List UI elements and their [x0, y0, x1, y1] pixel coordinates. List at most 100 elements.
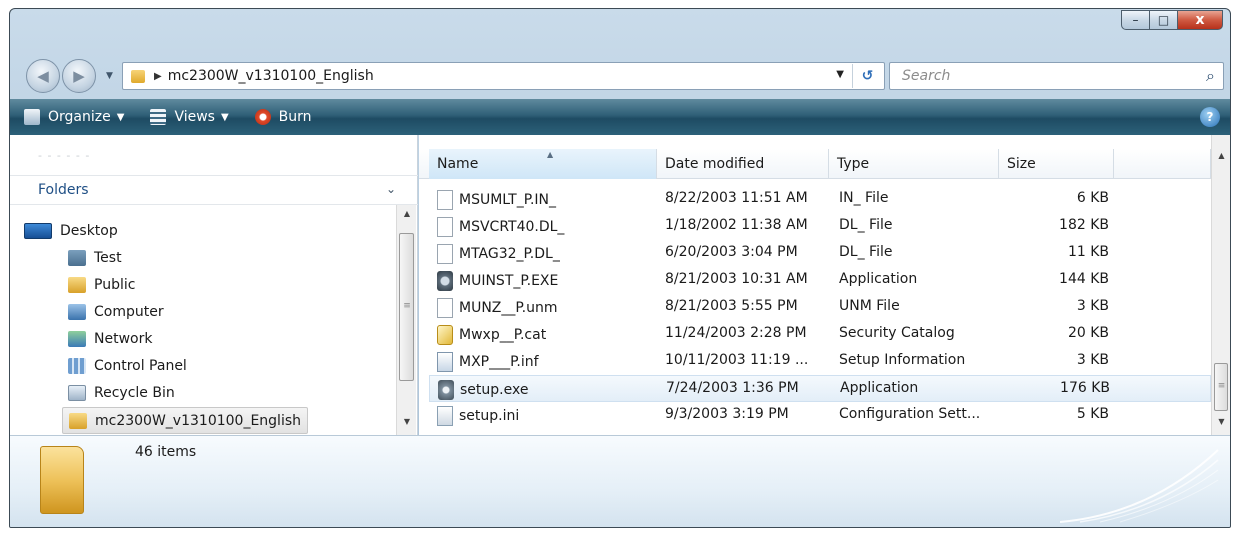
file-type: Application: [840, 380, 919, 396]
address-dropdown-icon[interactable]: ▼: [836, 69, 844, 80]
file-row[interactable]: setup.ini 9/3/2003 3:19 PM Configuration…: [429, 402, 1211, 429]
column-header-date-modified[interactable]: Date modified: [657, 149, 829, 179]
views-icon: [150, 109, 167, 125]
setup-information-icon: [437, 352, 453, 372]
recent-pages-dropdown[interactable]: ▼: [106, 71, 113, 81]
file-icon: [437, 190, 453, 210]
file-date: 6/20/2003 3:04 PM: [665, 244, 798, 260]
command-toolbar: Organize ▼ Views ▼ Burn ?: [10, 99, 1230, 135]
file-name: Mwxp__P.cat: [459, 327, 547, 343]
back-button[interactable]: ◀: [26, 59, 60, 93]
file-row[interactable]: MXP___P.inf 10/11/2003 11:19 ... Setup I…: [429, 348, 1211, 375]
folder-icon: [68, 276, 86, 293]
folders-label: Folders: [38, 182, 89, 198]
tree-item-desktop[interactable]: Desktop: [24, 217, 118, 244]
organize-button[interactable]: Organize ▼: [24, 109, 124, 125]
file-row[interactable]: MSVCRT40.DL_ 1/18/2002 11:38 AM DL_ File…: [429, 213, 1211, 240]
file-row[interactable]: MSUMLT_P.IN_ 8/22/2003 11:51 AM IN_ File…: [429, 186, 1211, 213]
views-label: Views: [174, 109, 215, 125]
details-pane: 46 items: [10, 435, 1230, 527]
search-input[interactable]: Search ⌕: [889, 62, 1224, 90]
scroll-up-icon[interactable]: ▲: [1212, 151, 1230, 160]
file-name: setup.exe: [460, 382, 529, 398]
navigation-pane: - - - - - - Folders ⌄ Desktop Test Publi…: [10, 135, 418, 435]
tree-item-test[interactable]: Test: [68, 244, 122, 271]
file-type: DL_ File: [839, 244, 893, 260]
maximize-icon: □: [1157, 13, 1170, 27]
column-header-empty: [1114, 149, 1211, 179]
scrollbar-grip-icon: ≡: [403, 301, 411, 311]
help-icon[interactable]: ?: [1200, 107, 1220, 127]
column-header-type[interactable]: Type: [829, 149, 999, 179]
setup-exe-icon: [438, 380, 454, 400]
file-list: Name ▲ Date modified Type Size MSUMLT_P.…: [419, 135, 1230, 435]
file-type: Configuration Sett...: [839, 406, 981, 422]
file-row[interactable]: MUNZ__P.unm 8/21/2003 5:55 PM UNM File 3…: [429, 294, 1211, 321]
column-header-row: Name ▲ Date modified Type Size: [419, 149, 1211, 179]
maximize-button[interactable]: □: [1149, 10, 1177, 30]
burn-label: Burn: [278, 109, 312, 125]
file-icon: [437, 217, 453, 237]
file-name: setup.ini: [459, 408, 520, 424]
navigation-pane-scrollbar[interactable]: ▲ ≡ ▼: [396, 205, 416, 435]
scroll-up-icon[interactable]: ▲: [397, 209, 417, 218]
file-row-hovered[interactable]: setup.exe 7/24/2003 1:36 PM Application …: [429, 375, 1211, 402]
folder-icon: [69, 412, 87, 429]
file-list-scrollbar[interactable]: ▲ ≡ ▼: [1211, 135, 1230, 435]
column-name-label: Name: [437, 156, 479, 172]
close-button[interactable]: x: [1177, 10, 1223, 30]
file-size: 3 KB: [1076, 298, 1109, 314]
file-type: Setup Information: [839, 352, 966, 368]
scroll-down-icon[interactable]: ▼: [1212, 417, 1230, 426]
folder-icon: [40, 446, 84, 514]
file-name: MUNZ__P.unm: [459, 300, 558, 316]
file-type: UNM File: [839, 298, 900, 314]
file-size: 176 KB: [1060, 380, 1110, 396]
file-date: 8/21/2003 5:55 PM: [665, 298, 798, 314]
file-size: 6 KB: [1076, 190, 1109, 206]
views-button[interactable]: Views ▼: [150, 109, 229, 125]
tree-item-label: Public: [94, 276, 136, 293]
file-type: DL_ File: [839, 217, 893, 233]
tree-item-public[interactable]: Public: [68, 271, 135, 298]
explorer-window: – □ x ◀ ▶ ▼ ▶ mc2300W_v1310100_English ▼…: [9, 8, 1231, 528]
file-row[interactable]: MTAG32_P.DL_ 6/20/2003 3:04 PM DL_ File …: [429, 240, 1211, 267]
file-name: MXP___P.inf: [459, 354, 539, 370]
file-date: 1/18/2002 11:38 AM: [665, 217, 808, 233]
forward-button[interactable]: ▶: [62, 59, 96, 93]
search-icon[interactable]: ⌕: [1206, 66, 1215, 86]
collapse-chevron-icon[interactable]: ⌄: [386, 182, 396, 196]
file-date: 11/24/2003 2:28 PM: [665, 325, 807, 341]
breadcrumb-separator-icon[interactable]: ▶: [154, 71, 162, 82]
organize-icon: [24, 109, 40, 125]
file-row[interactable]: Mwxp__P.cat 11/24/2003 2:28 PM Security …: [429, 321, 1211, 348]
decorative-swoosh: [1060, 449, 1219, 523]
tree-item-label: Desktop: [60, 222, 118, 239]
control-panel-icon: [68, 357, 86, 374]
forward-arrow-icon: ▶: [73, 67, 85, 85]
minimize-icon: –: [1132, 13, 1139, 27]
file-size: 5 KB: [1076, 406, 1109, 422]
refresh-icon[interactable]: ↺: [852, 64, 882, 88]
tree-item-network[interactable]: Network: [68, 325, 152, 352]
breadcrumb-current-folder[interactable]: mc2300W_v1310100_English: [168, 68, 374, 84]
computer-icon: [68, 303, 86, 320]
tree-item-computer[interactable]: Computer: [68, 298, 164, 325]
minimize-button[interactable]: –: [1121, 10, 1149, 30]
file-date: 10/11/2003 11:19 ...: [665, 352, 809, 368]
folders-header[interactable]: Folders ⌄: [10, 175, 418, 205]
tree-item-mc2300w-folder[interactable]: mc2300W_v1310100_English: [62, 407, 308, 434]
address-bar[interactable]: ▶ mc2300W_v1310100_English ▼ ↺: [122, 62, 885, 90]
application-icon: [437, 271, 453, 291]
tree-item-recycle-bin[interactable]: Recycle Bin: [68, 379, 175, 406]
file-row[interactable]: MUINST_P.EXE 8/21/2003 10:31 AM Applicat…: [429, 267, 1211, 294]
column-header-name[interactable]: Name ▲: [429, 149, 657, 179]
burn-button[interactable]: Burn: [254, 109, 312, 125]
file-icon: [437, 244, 453, 264]
item-count: 46 items: [135, 444, 197, 460]
close-icon: x: [1195, 12, 1205, 28]
scroll-down-icon[interactable]: ▼: [397, 417, 417, 426]
tree-item-label: Computer: [94, 303, 164, 320]
column-header-size[interactable]: Size: [999, 149, 1114, 179]
tree-item-control-panel[interactable]: Control Panel: [68, 352, 187, 379]
